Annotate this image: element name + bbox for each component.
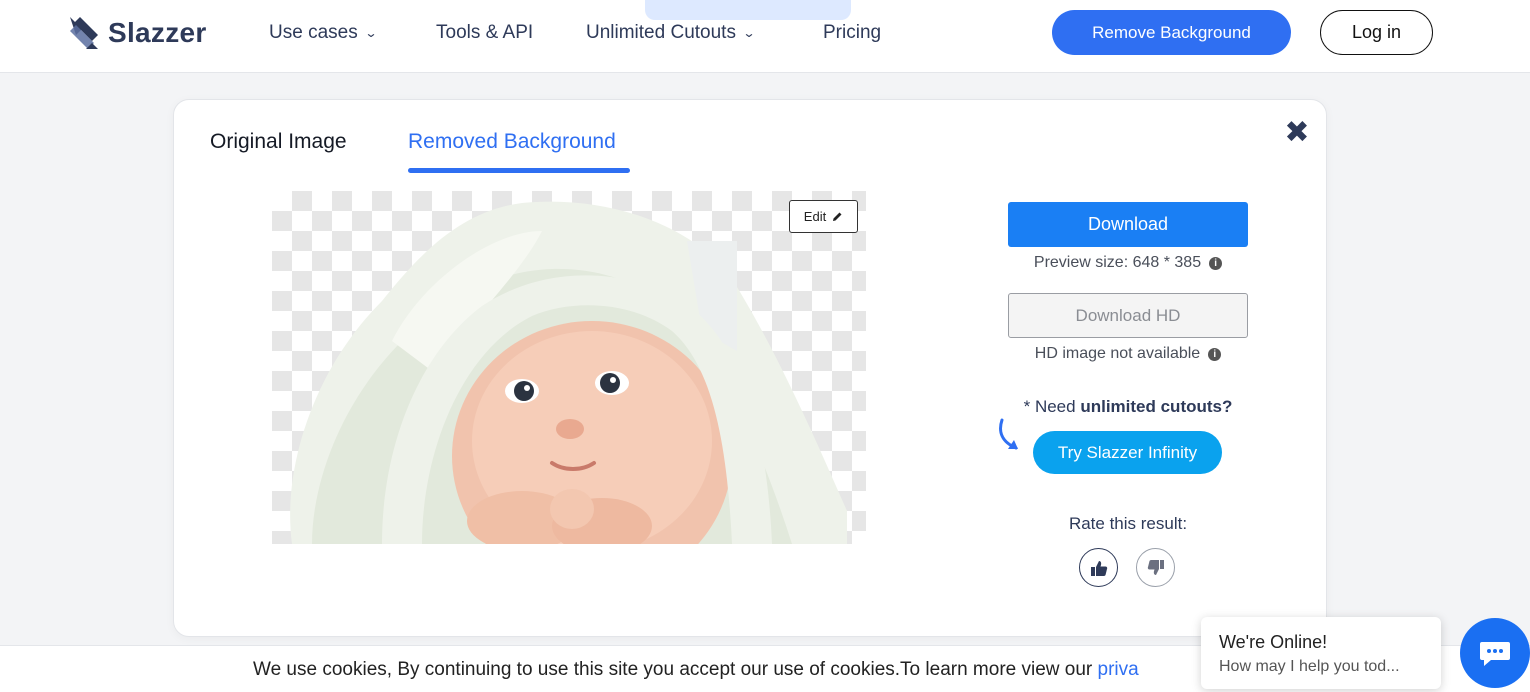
try-slazzer-infinity-button[interactable]: Try Slazzer Infinity (1033, 431, 1222, 474)
remove-background-button[interactable]: Remove Background (1052, 10, 1291, 55)
chevron-down-icon: ⌄ (364, 26, 378, 40)
nav-unlimited-cutouts-label: Unlimited Cutouts (586, 22, 736, 43)
need-prefix: * Need (1023, 397, 1076, 416)
top-navigation: Slazzer Use cases ⌄ Tools & API Unlimite… (0, 0, 1530, 73)
thumbs-up-icon (1090, 560, 1107, 576)
preview-size-text: Preview size: 648 * 385 (1033, 254, 1202, 271)
hd-note-text: HD image not available (1034, 345, 1201, 362)
baby-cutout-image (290, 201, 847, 544)
nav-tools-api[interactable]: Tools & API (436, 22, 533, 44)
hd-unavailable-info: HD image not available i (978, 345, 1278, 363)
result-preview-image (272, 191, 866, 544)
tab-original-image[interactable]: Original Image (210, 130, 347, 154)
cookie-message: We use cookies, By continuing to use thi… (253, 659, 1139, 681)
active-tab-indicator (408, 168, 630, 173)
edit-label: Edit (803, 209, 827, 224)
chevron-down-icon: ⌄ (742, 26, 756, 40)
chat-launcher-button[interactable] (1460, 618, 1530, 688)
chat-title: We're Online! (1219, 632, 1328, 652)
need-bold: unlimited cutouts? (1080, 397, 1233, 416)
edit-button[interactable]: Edit (789, 200, 858, 233)
rate-result-label: Rate this result: (1068, 514, 1188, 533)
login-button[interactable]: Log in (1320, 10, 1433, 55)
privacy-policy-link[interactable]: priva (1098, 659, 1139, 680)
nav-use-cases[interactable]: Use cases ⌄ (269, 22, 378, 44)
logo-text: Slazzer (108, 17, 207, 48)
pencil-icon (833, 212, 842, 221)
nav-use-cases-label: Use cases (269, 22, 358, 43)
download-button[interactable]: Download (1008, 202, 1248, 247)
result-modal: Original Image Removed Background ✖ Edit… (173, 99, 1327, 637)
nav-pricing-label: Pricing (823, 22, 882, 43)
curved-arrow-icon (999, 418, 1018, 450)
thumbs-down-icon (1147, 559, 1164, 575)
close-icon[interactable]: ✖ (1284, 118, 1310, 148)
info-icon[interactable]: i (1208, 347, 1222, 361)
unlimited-cutouts-prompt: * Need unlimited cutouts? (978, 397, 1278, 417)
chat-subtitle: How may I help you tod... (1219, 658, 1400, 675)
nav-unlimited-cutouts[interactable]: Unlimited Cutouts ⌄ (586, 22, 756, 44)
thumbs-down-button[interactable] (1136, 548, 1175, 587)
slazzer-logo-icon (70, 17, 98, 49)
hero-button-peek (645, 0, 851, 20)
nav-pricing[interactable]: Pricing (823, 22, 881, 44)
chat-bubble-icon (1480, 642, 1510, 666)
nav-tools-api-label: Tools & API (436, 22, 534, 43)
slazzer-logo[interactable]: Slazzer (66, 13, 207, 53)
tab-removed-background[interactable]: Removed Background (408, 130, 616, 154)
chat-greeting-card[interactable]: We're Online! How may I help you tod... (1201, 617, 1441, 689)
download-hd-button[interactable]: Download HD (1008, 293, 1248, 338)
thumbs-up-button[interactable] (1079, 548, 1118, 587)
preview-size-info: Preview size: 648 * 385 i (978, 254, 1278, 272)
cookie-text: We use cookies, By continuing to use thi… (253, 659, 1098, 680)
info-icon[interactable]: i (1209, 256, 1223, 270)
